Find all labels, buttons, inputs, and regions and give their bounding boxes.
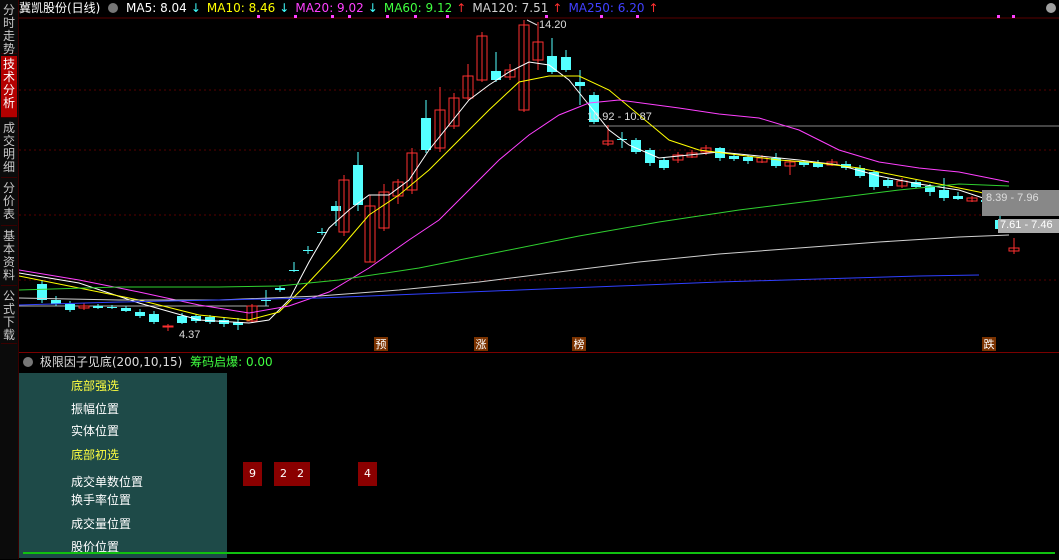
candle-body: [65, 304, 75, 310]
candle-body: [353, 165, 363, 205]
candle-body: [939, 190, 949, 198]
ma-legend-item: MA60: 9.12: [383, 1, 453, 15]
candle-body: [421, 118, 431, 150]
arrow-down-icon: ↓: [279, 1, 290, 15]
annotation-range: 10.92 - 10.87: [587, 111, 652, 123]
arrow-up-icon: ↑: [552, 1, 563, 15]
candle-body: [135, 312, 145, 316]
candle-body: [107, 307, 117, 308]
candle-body: [303, 250, 313, 251]
indicator-mark: 4: [358, 462, 377, 486]
candle-body: [645, 150, 655, 163]
indicator-settings-icon[interactable]: [23, 357, 33, 367]
candle-body: [149, 314, 159, 322]
ma60-line: [19, 183, 1010, 291]
indicator-baseline: [23, 552, 1055, 554]
event-tag: 涨: [476, 338, 487, 351]
chart-header: 冀凯股份(日线) MA5: 8.04 ↓ MA10: 8.46 ↓ MA20: 9.02…: [19, 0, 1059, 17]
candle-body: [659, 160, 669, 168]
ma-legend-item: MA10: 8.46: [206, 1, 276, 15]
indicator-title[interactable]: 极限因子见底(200,10,15): [40, 355, 182, 369]
sidebar-tab-price-table[interactable]: 分价表: [1, 180, 17, 226]
ma10-line: [19, 75, 1010, 321]
arrow-up-icon: ↑: [456, 1, 467, 15]
ma5-line: [19, 61, 1010, 324]
event-tag: 预: [376, 338, 387, 351]
ma-legend: MA5: 8.04 ↓ MA10: 8.46 ↓ MA20: 9.02 ↓ MA60: 9.…: [126, 1, 665, 15]
annotation-range: 8.39 - 7.96: [986, 192, 1039, 204]
sidebar-tab-timeshare[interactable]: 分时走势: [1, 2, 17, 56]
indicator-label: 底部初选: [71, 448, 120, 462]
sidebar-tab-technical[interactable]: 技术分析: [1, 56, 17, 118]
indicator-mark: 9: [243, 462, 262, 486]
ma-legend-item: MA120: 7.51: [472, 1, 549, 15]
indicator-label-box: 底部强选 振幅位置 实体位置 底部初选 成交单数位置 换手率位置 成交量位置 股价位置: [19, 373, 227, 558]
candle-body: [121, 308, 131, 311]
settings-circle-icon[interactable]: [108, 3, 119, 13]
candle-body: [93, 306, 103, 308]
sidebar-tab-profile[interactable]: 基本资料: [1, 228, 17, 286]
indicator-label: 实体位置: [71, 424, 120, 438]
sidebar: 分时走势 技术分析 成交明细 分价表 基本资料 公式下载: [0, 0, 19, 559]
indicator-label: 底部强选: [71, 379, 120, 393]
candle-body: [275, 288, 285, 290]
kline-chart[interactable]: 14.20 4.37 10.92 - 10.87 8.39 - 7.96 7.61 - …: [19, 0, 1059, 352]
event-tag: 跌: [984, 337, 995, 351]
candle-body: [289, 270, 299, 271]
candle-body: [261, 300, 271, 301]
indicator-label: 成交单数位置: [71, 475, 144, 489]
candle-body: [743, 157, 753, 161]
candle-body: [37, 284, 47, 300]
ma20-line: [19, 99, 1010, 314]
candle-body: [162, 325, 174, 328]
indicator-panel: 极限因子见底(200,10,15) 筹码启爆: 0.00 底部强选振幅位置实体位…: [19, 352, 1059, 560]
annotation-low: 4.37: [179, 329, 200, 341]
candle-body: [177, 316, 187, 323]
arrow-down-icon: ↓: [367, 1, 378, 15]
annotation-high: 14.20: [539, 19, 567, 31]
sidebar-tab-trades[interactable]: 成交明细: [1, 120, 17, 178]
kline-svg: 14.20 4.37 10.92 - 10.87 8.39 - 7.96 7.61 - …: [19, 3, 1059, 351]
stock-title: 冀凯股份(日线): [19, 1, 101, 15]
indicator-header: 极限因子见底(200,10,15) 筹码启爆: 0.00: [19, 353, 273, 371]
candle-body: [953, 196, 963, 199]
indicator-subtitle: 筹码启爆: 0.00: [190, 355, 273, 369]
candle-body: [883, 180, 893, 186]
ma-legend-item: MA20: 9.02: [295, 1, 364, 15]
indicator-label: 换手率位置: [71, 493, 132, 507]
indicator-mark: 2: [291, 462, 310, 486]
ma-legend-item: MA250: 6.20: [568, 1, 645, 15]
indicator-label: 成交量位置: [71, 517, 132, 531]
ma-legend-item: MA5: 8.04: [126, 1, 187, 15]
event-tag: 榜: [574, 337, 585, 351]
arrow-up-icon: ↑: [648, 1, 659, 15]
candle-body: [575, 82, 585, 86]
annotation-leader: [526, 19, 538, 26]
candle-body: [729, 156, 739, 159]
candle-body: [561, 57, 571, 70]
indicator-label: 振幅位置: [71, 402, 120, 416]
sidebar-tab-formula[interactable]: 公式下载: [1, 288, 17, 344]
arrow-down-icon: ↓: [190, 1, 201, 15]
candle-body: [317, 232, 327, 233]
annotation-range: 7.61 - 7.46: [1000, 219, 1053, 231]
